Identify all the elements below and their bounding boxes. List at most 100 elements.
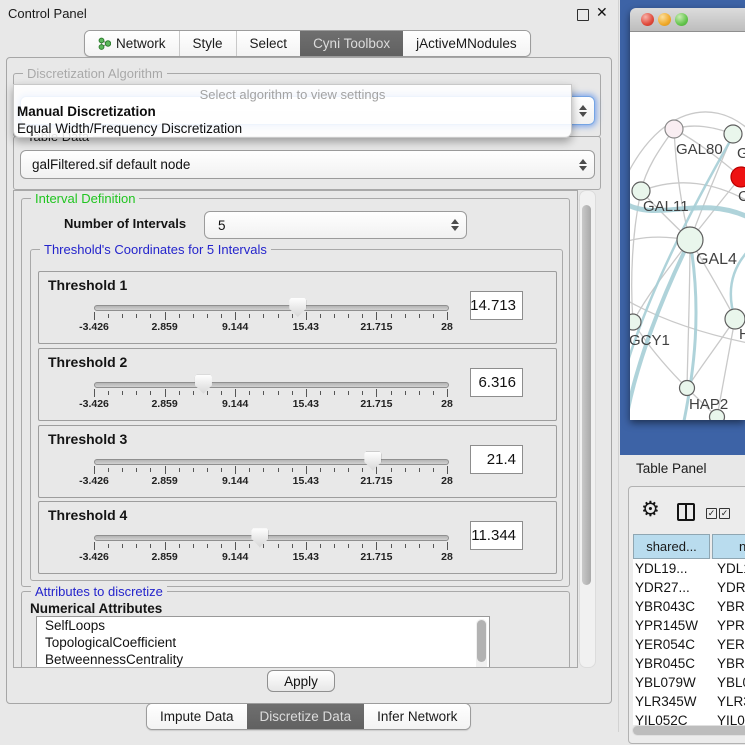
slider-thumb[interactable]: [195, 375, 212, 394]
attributes-group: Attributes to discretize Numerical Attri…: [21, 591, 570, 668]
table-data-combobox[interactable]: galFiltered.sif default node: [20, 150, 595, 179]
table-row[interactable]: YBL079WYBL0: [633, 673, 745, 692]
table-row[interactable]: YDR27...YDR2: [633, 578, 745, 597]
tab-cyni-toolbox[interactable]: Cyni Toolbox: [300, 31, 403, 56]
slider-thumb[interactable]: [251, 528, 268, 547]
tab-style[interactable]: Style: [179, 31, 236, 56]
checkbox-icon: ✓: [706, 508, 717, 519]
panel-scrollbar-thumb[interactable]: [582, 205, 591, 585]
cell-name: YDL1: [713, 561, 745, 576]
node-label-partial-g: G: [737, 145, 745, 162]
minor-tick: [334, 314, 335, 318]
split-columns-icon[interactable]: [677, 503, 695, 521]
minimize-traffic-light-icon[interactable]: [658, 13, 671, 26]
slider-thumb[interactable]: [364, 452, 381, 471]
minor-tick: [419, 391, 420, 395]
slider-track[interactable]: [94, 459, 449, 465]
threshold-value-field[interactable]: 11.344: [470, 521, 523, 550]
table-row[interactable]: YBR045CYBR0: [633, 654, 745, 673]
node-red-selected[interactable]: [731, 167, 745, 187]
tab-impute-data[interactable]: Impute Data: [147, 704, 247, 729]
tab-network[interactable]: Network: [85, 31, 179, 56]
node-hap2[interactable]: [680, 381, 695, 396]
major-tick: [235, 389, 236, 397]
network-canvas[interactable]: GAL80 G C GAL11 GAL4 GCY1 H HAP2: [630, 32, 745, 420]
tick-label: -3.426: [79, 475, 109, 487]
slider-track[interactable]: [94, 382, 449, 388]
cell-shared-name: YBR043C: [633, 599, 713, 614]
minor-tick: [405, 544, 406, 548]
attribute-list-item[interactable]: TopologicalCoefficient: [37, 634, 489, 651]
minor-tick: [348, 544, 349, 548]
minor-tick: [263, 544, 264, 548]
tab-jactivemnodules[interactable]: jActiveMNodules: [403, 31, 530, 56]
tab-select[interactable]: Select: [236, 31, 301, 56]
threshold-value-field[interactable]: 6.316: [470, 368, 523, 397]
table-row[interactable]: YDL19...YDL1: [633, 559, 745, 578]
major-tick: [306, 389, 307, 397]
panel-scrollbar[interactable]: [579, 190, 596, 668]
major-tick: [94, 466, 95, 474]
major-tick: [94, 312, 95, 320]
minor-tick: [249, 468, 250, 472]
table-row[interactable]: YLR345WYLR3: [633, 692, 745, 711]
major-tick: [235, 542, 236, 550]
minor-tick: [334, 544, 335, 548]
threshold-value-field[interactable]: 14.713: [470, 291, 523, 320]
checkbox-icon: ✓: [719, 508, 730, 519]
select-columns-icon[interactable]: ✓ ✓: [706, 508, 730, 519]
column-header-name[interactable]: n: [712, 534, 745, 559]
minor-tick: [193, 391, 194, 395]
threshold-label: Threshold 3: [48, 431, 127, 447]
minor-tick: [405, 314, 406, 318]
table-row[interactable]: YER054CYER0: [633, 635, 745, 654]
node-gal4[interactable]: [677, 227, 703, 253]
minor-tick: [278, 468, 279, 472]
slider-track[interactable]: [94, 535, 449, 541]
minor-tick: [221, 391, 222, 395]
tab-discretize-data[interactable]: Discretize Data: [247, 704, 365, 729]
numerical-attributes-list[interactable]: SelfLoopsTopologicalCoefficientBetweenne…: [36, 616, 490, 668]
table-hscrollbar-thumb[interactable]: [633, 726, 745, 735]
table-hscrollbar[interactable]: [632, 725, 745, 736]
tab-label: Cyni Toolbox: [313, 36, 390, 51]
tab-label: Infer Network: [377, 709, 457, 724]
minor-tick: [292, 314, 293, 318]
list-scrollbar-thumb[interactable]: [477, 620, 486, 662]
major-tick: [376, 542, 377, 550]
minor-tick: [122, 314, 123, 318]
dropdown-item[interactable]: Manual Discretization: [14, 103, 571, 120]
gear-icon[interactable]: ⚙: [641, 499, 660, 520]
close-icon[interactable]: ✕: [596, 4, 608, 21]
table-row[interactable]: YIL052CYIL0: [633, 711, 745, 725]
column-header-shared-name[interactable]: shared...: [633, 534, 710, 559]
table-row[interactable]: YBR043CYBR0: [633, 597, 745, 616]
threshold-value-field[interactable]: 21.4: [470, 445, 523, 474]
minor-tick: [136, 391, 137, 395]
interval-definition-group: Interval Definition Number of Intervals …: [21, 198, 570, 587]
algorithm-dropdown: Select algorithm to view settings Manual…: [13, 84, 572, 138]
apply-button[interactable]: Apply: [267, 670, 335, 692]
combo-arrows-icon: [451, 212, 459, 238]
minor-tick: [320, 391, 321, 395]
close-traffic-light-icon[interactable]: [641, 13, 654, 26]
network-window-titlebar[interactable]: [630, 8, 745, 32]
tick-label: 28: [441, 551, 453, 563]
attribute-list-item[interactable]: SelfLoops: [37, 617, 489, 634]
minor-tick: [221, 314, 222, 318]
number-of-intervals-combobox[interactable]: 5: [204, 211, 467, 239]
dropdown-item[interactable]: Equal Width/Frequency Discretization: [14, 120, 571, 137]
slider-track[interactable]: [94, 305, 449, 311]
float-window-icon[interactable]: [577, 9, 589, 21]
threshold-panel-2: Threshold 2-3.4262.8599.14415.4321.71528…: [38, 348, 557, 421]
node-gal80[interactable]: [665, 120, 683, 138]
node-label-gal11: GAL11: [643, 198, 689, 215]
threshold-panel-4: Threshold 4-3.4262.8599.14415.4321.71528…: [38, 501, 557, 574]
tab-infer-network[interactable]: Infer Network: [364, 704, 470, 729]
attribute-list-item[interactable]: BetweennessCentrality: [37, 651, 489, 668]
table-row[interactable]: YPR145WYPR1: [633, 616, 745, 635]
zoom-traffic-light-icon[interactable]: [675, 13, 688, 26]
node-gcy1[interactable]: [630, 314, 641, 330]
list-scrollbar[interactable]: [476, 619, 487, 668]
node-partial-top-right[interactable]: [724, 125, 742, 143]
